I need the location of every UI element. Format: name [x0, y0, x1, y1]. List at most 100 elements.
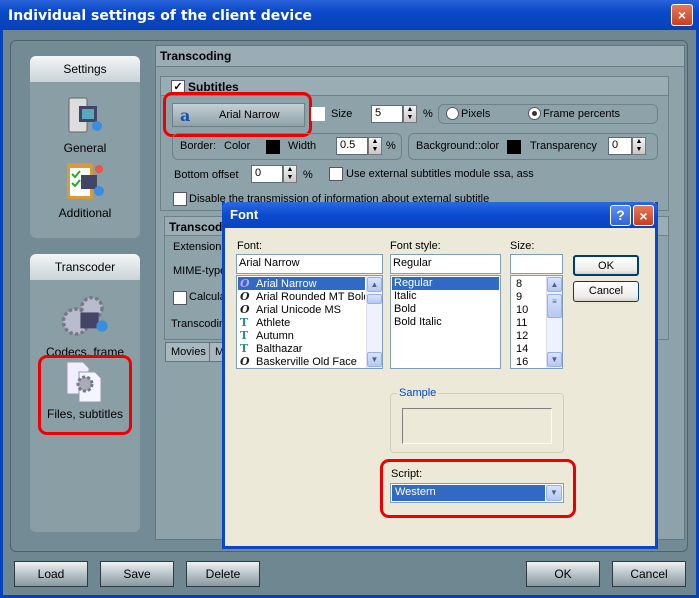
- bottom-offset-spinner[interactable]: ▲ ▼: [283, 165, 297, 183]
- border-color-swatch[interactable]: [266, 140, 280, 154]
- size-list-scrollbar[interactable]: ▲ ≡ ▼: [546, 276, 562, 368]
- font-size-item[interactable]: 12: [514, 330, 544, 343]
- text-color-swatch[interactable]: [311, 107, 325, 121]
- transcoder-group-header: Transcoder: [30, 254, 140, 280]
- background-color-label: Background::olor: [416, 140, 500, 152]
- truetype-font-icon: T: [240, 316, 249, 329]
- frame-percents-radio[interactable]: [528, 107, 541, 120]
- scroll-down-icon[interactable]: ▼: [367, 352, 382, 367]
- font-size-input[interactable]: [510, 254, 563, 274]
- tab-second[interactable]: M: [209, 342, 223, 362]
- gears-film-icon: [61, 295, 108, 336]
- transparency-input[interactable]: 0: [608, 137, 632, 155]
- external-module-label: Use external subtitles module ssa, ass: [346, 168, 534, 180]
- scroll-up-icon[interactable]: ▲: [547, 277, 562, 292]
- files-gear-icon: [66, 361, 102, 403]
- ok-button[interactable]: OK: [526, 561, 600, 587]
- mime-type-label: MIME-type: [173, 265, 227, 277]
- border-width-input[interactable]: 0.5: [336, 137, 368, 155]
- script-value: Western: [392, 485, 545, 501]
- cancel-button[interactable]: Cancel: [612, 561, 686, 587]
- delete-button[interactable]: Delete: [186, 561, 260, 587]
- scroll-down-icon[interactable]: ▼: [547, 352, 562, 367]
- font-list-item[interactable]: O Arial Narrow: [238, 277, 365, 290]
- font-name: Arial Narrow: [256, 278, 317, 290]
- scroll-thumb[interactable]: [367, 294, 382, 304]
- sample-label: Sample: [397, 387, 439, 399]
- chevron-down-icon[interactable]: ▼: [546, 485, 562, 501]
- font-button[interactable]: a Arial Narrow: [172, 103, 305, 127]
- save-button[interactable]: Save: [100, 561, 174, 587]
- external-module-checkbox[interactable]: [329, 167, 343, 181]
- size-label: Size: [331, 108, 353, 120]
- font-icon: a: [180, 106, 191, 125]
- truetype-font-icon: T: [240, 329, 249, 342]
- settings-group: Settings General Additional: [30, 56, 140, 238]
- script-select[interactable]: Western ▼: [390, 483, 564, 503]
- font-button-label: Arial Narrow: [219, 109, 280, 121]
- border-label: Border:: [180, 140, 217, 152]
- font-size-item[interactable]: 11: [514, 317, 544, 330]
- sample-preview: [402, 408, 552, 444]
- help-button[interactable]: ?: [610, 205, 631, 226]
- font-dialog-close-button[interactable]: ×: [633, 205, 654, 226]
- bottom-offset-input[interactable]: 0: [251, 165, 283, 183]
- font-cancel-button[interactable]: Cancel: [573, 281, 639, 302]
- font-list-item[interactable]: T Autumn: [238, 329, 365, 342]
- transcoding-label: Transcodin: [171, 318, 226, 330]
- font-style-list[interactable]: Regular Italic Bold Bold Italic: [390, 275, 501, 369]
- nav-additional[interactable]: Additional: [30, 159, 140, 220]
- size-percent: %: [423, 108, 433, 120]
- font-style-item[interactable]: Bold Italic: [392, 316, 499, 329]
- border-width-spinner[interactable]: ▲ ▼: [368, 137, 382, 155]
- font-size-item[interactable]: 9: [514, 291, 544, 304]
- border-color-label: Color: [224, 140, 251, 152]
- bottom-offset-percent: %: [303, 169, 313, 181]
- font-size-item[interactable]: 16: [514, 356, 544, 369]
- font-ok-button[interactable]: OK: [573, 255, 639, 276]
- script-label: Script:: [391, 468, 423, 480]
- font-name: Balthazar: [256, 343, 303, 355]
- transparency-spinner[interactable]: ▲ ▼: [632, 137, 646, 155]
- font-list-item[interactable]: T Athlete: [238, 316, 365, 329]
- font-style-input[interactable]: Regular: [390, 254, 501, 274]
- pixels-radio[interactable]: [446, 107, 459, 120]
- nav-files-subtitles-label: Files, subtitles: [46, 407, 124, 421]
- font-size-item[interactable]: 10: [514, 304, 544, 317]
- font-name: Arial Unicode MS: [256, 304, 341, 316]
- window-title: Individual settings of the client device: [8, 8, 313, 24]
- font-list-item[interactable]: O Arial Unicode MS: [238, 303, 365, 316]
- nav-general[interactable]: General: [30, 94, 140, 155]
- size-dialog-label: Size:: [510, 240, 535, 252]
- window-close-button[interactable]: ×: [671, 4, 693, 26]
- font-size-item[interactable]: 8: [514, 278, 544, 291]
- nav-codecs-frame[interactable]: Codecs, frame: [30, 292, 140, 359]
- transparency-label: Transparency: [530, 140, 597, 152]
- size-spinner[interactable]: ▲ ▼: [403, 105, 417, 123]
- nav-general-label: General: [63, 141, 107, 155]
- calculate-label: Calcula: [189, 291, 226, 303]
- transcoding-panel-header: Transcoding: [156, 46, 684, 67]
- tab-movies[interactable]: Movies: [165, 342, 212, 362]
- font-list-item[interactable]: O Arial Rounded MT Bold: [238, 290, 365, 303]
- font-style-item[interactable]: Italic: [392, 290, 499, 303]
- font-list-item[interactable]: T Balthazar: [238, 342, 365, 355]
- font-size-item[interactable]: 14: [514, 343, 544, 356]
- font-list-item[interactable]: O Baskerville Old Face: [238, 355, 365, 368]
- font-name: Arial Rounded MT Bold: [256, 291, 365, 303]
- font-list-scrollbar[interactable]: ▲ ▼: [366, 276, 382, 368]
- font-style-item[interactable]: Bold: [392, 303, 499, 316]
- size-input[interactable]: 5: [371, 105, 403, 123]
- font-list[interactable]: O Arial Narrow O Arial Rounded MT Bold O Aria…: [236, 275, 383, 369]
- nav-additional-label: Additional: [58, 206, 112, 220]
- calculate-checkbox[interactable]: [173, 291, 187, 305]
- scroll-thumb[interactable]: ≡: [547, 294, 562, 318]
- load-button[interactable]: Load: [14, 561, 88, 587]
- font-size-list[interactable]: 8 9 10 11 12 14 16 ▲ ≡ ▼: [510, 275, 563, 369]
- disable-transmission-checkbox[interactable]: [173, 192, 187, 206]
- font-style-item[interactable]: Regular: [392, 277, 499, 290]
- font-name-input[interactable]: Arial Narrow: [236, 254, 383, 274]
- background-color-swatch[interactable]: [507, 140, 521, 154]
- nav-files-subtitles[interactable]: Files, subtitles: [40, 360, 130, 421]
- scroll-up-icon[interactable]: ▲: [367, 277, 382, 292]
